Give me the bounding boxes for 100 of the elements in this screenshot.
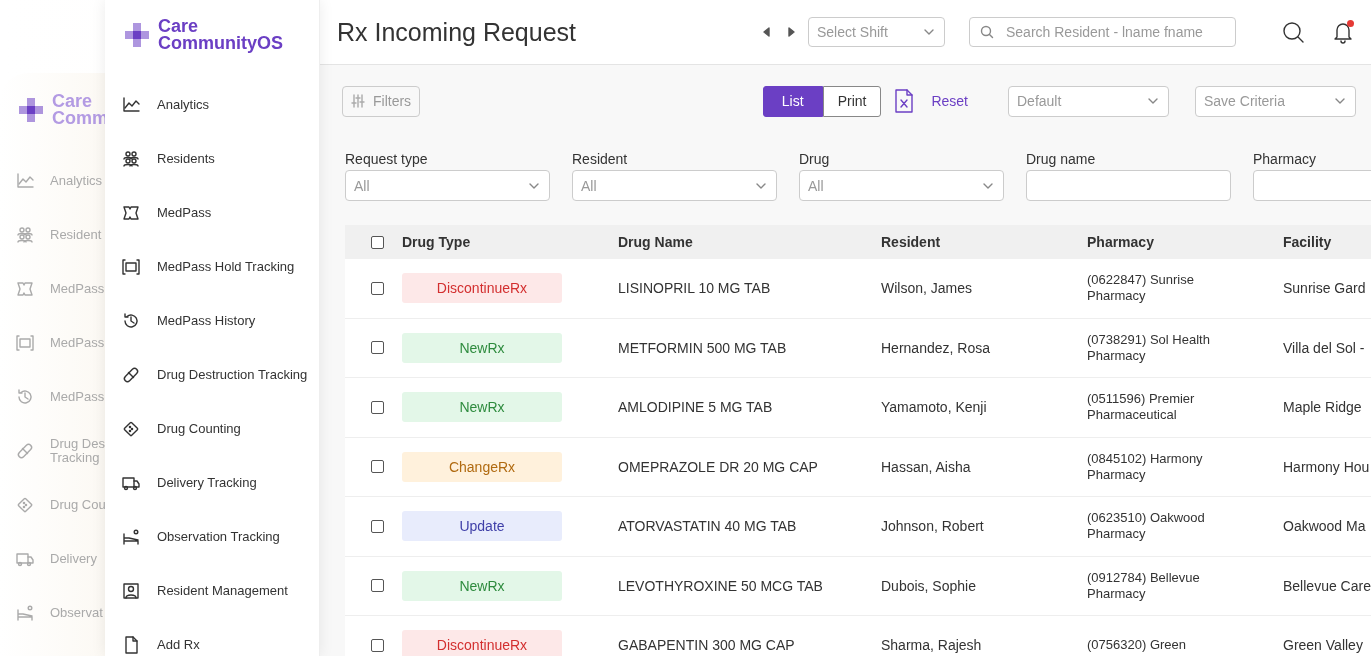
table-cell-text: (0756320) Green [1087,637,1187,654]
left-arrow-icon[interactable] [762,26,771,38]
people-icon [122,150,140,168]
nav-item[interactable]: Analytics [122,78,319,132]
checkbox[interactable] [371,235,384,249]
search-icon [980,25,994,39]
column-header: Pharmacy [1087,234,1154,250]
nav-item[interactable]: Drug Counting [122,402,319,456]
search-icon[interactable] [1282,20,1305,44]
nav-item[interactable]: Delivery Tracking [122,456,319,510]
checkbox[interactable] [371,519,384,533]
checkbox[interactable] [371,638,384,652]
excel-file-icon[interactable] [893,89,916,113]
table-cell: Hernandez, Rosa [881,339,990,356]
cross-logo-icon [122,21,152,49]
request-type-tag: DiscontinueRx [402,630,562,656]
pill-pack-icon [122,420,140,438]
nav-item[interactable]: MedPass Hold Tracking [122,240,319,294]
filter-label: Pharmacy [1253,151,1318,167]
sliders-icon [351,94,365,108]
history-icon [122,312,140,330]
reset-link[interactable]: Reset [931,93,968,109]
nav-item[interactable]: Resident Management [122,564,319,618]
truck-icon [16,550,34,568]
history-icon [16,388,34,406]
table-cell: GABAPENTIN 300 MG CAP [618,637,795,654]
line-chart-icon [122,96,140,114]
request-type-tag: NewRx [402,392,562,423]
ticket-frame-icon [16,334,34,352]
filter-label: Drug name [1026,151,1097,167]
table-cell: Villa del Sol - [1283,339,1365,356]
right-arrow-icon[interactable] [787,26,796,38]
table-cell-text: (0912784) Bellevue Pharmacy [1087,569,1201,602]
table-cell: Oakwood Ma [1283,518,1366,535]
nav-label: Resident [50,227,103,243]
user-card-icon [122,582,140,600]
nav-label: Drug Des Tracking [50,436,106,466]
logo-text: CommunityOS [158,35,283,52]
nav-item[interactable]: Residents [122,132,319,186]
filter-label: Request type [345,151,429,167]
table-cell: METFORMIN 500 MG TAB [618,339,787,356]
logo-text: Care [158,18,200,35]
ticket-icon [16,280,34,298]
nav-label: MedPass [50,281,106,297]
bed-icon [16,604,34,622]
table-cell: Yamamoto, Kenji [881,399,987,416]
nav-item[interactable]: MedPass History [122,294,319,348]
pill-pack-icon [16,496,34,514]
column-header: Resident [881,234,941,250]
filter-input[interactable] [1026,170,1231,201]
table-cell: OMEPRAZOLE DR 20 MG CAP [618,458,818,475]
table-cell: Sunrise Gard [1283,280,1366,297]
request-type-tag: NewRx [402,570,562,601]
request-type-tag: Update [402,511,562,542]
nav-label: Observat [50,605,104,621]
capsule-icon [122,366,140,384]
cross-logo-icon [16,96,46,124]
line-chart-icon [16,172,34,190]
view-tab[interactable]: Print [822,85,882,117]
checkbox[interactable] [371,460,384,474]
people-icon [16,226,34,244]
table-cell: Maple Ridge [1283,399,1362,416]
checkbox[interactable] [371,281,384,295]
table-cell: Johnson, Robert [881,518,984,535]
ticket-frame-icon [122,258,140,276]
table-cell: Dubois, Sophie [881,577,976,594]
request-type-tag: ChangeRx [402,451,562,482]
table-cell: Hassan, Aisha [881,458,971,475]
table-cell: Green Valley [1283,637,1363,654]
table-cell: AMLODIPINE 5 MG TAB [618,399,773,416]
bell-icon[interactable] [1331,20,1355,44]
capsule-icon [16,442,34,460]
checkbox[interactable] [371,579,384,593]
table-cell-text: (0845102) Harmony Pharmacy [1087,450,1204,483]
nav-item[interactable]: Add Rx [122,618,319,656]
nav-label: MedPass [50,335,106,351]
logo-text: Care [52,93,94,110]
filter-label: Drug [799,151,831,167]
nav-label: MedPass [50,389,106,405]
document-icon [122,636,140,654]
bed-icon [122,528,140,546]
nav-label: Drug Cou [50,497,106,513]
column-header: Facility [1283,234,1332,250]
view-tab[interactable]: List [762,85,823,117]
table-cell-text: (0622847) Sunrise Pharmacy [1087,272,1195,305]
nav-item[interactable]: MedPass [122,186,319,240]
table-cell: ATORVASTATIN 40 MG TAB [618,518,797,535]
nav-item[interactable]: Drug Destruction Tracking [122,348,319,402]
page-title: Rx Incoming Request [337,17,577,47]
table-cell: Sharma, Rajesh [881,637,982,654]
column-header: Drug Name [618,234,693,250]
filter-label: Resident [572,151,629,167]
table-cell: LISINOPRIL 10 MG TAB [618,280,771,297]
nav-item[interactable]: Observation Tracking [122,510,319,564]
truck-icon [122,474,140,492]
checkbox[interactable] [371,341,384,355]
table-cell-text: (0511596) Premier Pharmaceutical [1087,391,1196,424]
table-cell: Bellevue Care [1283,577,1371,594]
checkbox[interactable] [371,400,384,414]
table-cell: Wilson, James [881,280,973,297]
